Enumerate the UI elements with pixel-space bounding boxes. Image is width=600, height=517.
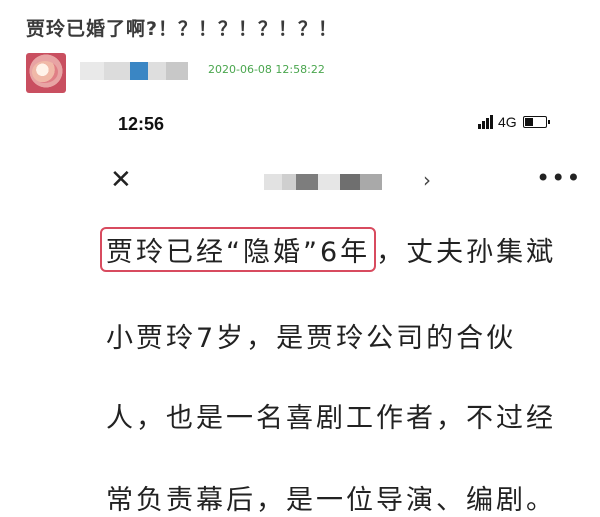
close-icon[interactable]: ✕ <box>110 167 132 193</box>
status-time: 12:56 <box>118 114 165 134</box>
article-line-4: 常负责幕后，是一位导演、编剧。 <box>106 485 556 516</box>
avatar[interactable] <box>26 53 66 93</box>
signal-icon <box>478 115 494 129</box>
avatar-image <box>32 61 58 83</box>
article-line-1-rest: ，丈夫孙集斌 <box>376 237 557 268</box>
embedded-phone-screenshot: 12:56 4G ✕ › ••• 贾玲已经“隐婚”6年 ，丈夫孙集斌 小贾玲7岁，… <box>96 100 600 516</box>
battery-icon <box>522 116 550 128</box>
chevron-right-icon[interactable]: › <box>423 168 431 192</box>
article-line-1: 贾玲已经“隐婚”6年 ，丈夫孙集斌 <box>100 227 557 272</box>
article-line-3: 人，也是一名喜剧工作者，不过经 <box>106 403 556 434</box>
username-blurred[interactable] <box>80 62 188 80</box>
post-date: 2020-06-08 12:58:22 <box>208 63 325 76</box>
post-title: 贾玲已婚了啊?！？！？！？！？！ <box>26 18 339 40</box>
status-indicators: 4G <box>478 114 550 130</box>
account-name-blurred[interactable] <box>264 174 382 190</box>
more-icon[interactable]: ••• <box>536 164 581 192</box>
article-line-2: 小贾玲7岁，是贾玲公司的合伙 <box>106 323 517 354</box>
network-type: 4G <box>498 114 517 130</box>
highlighted-text: 贾玲已经“隐婚”6年 <box>100 227 377 272</box>
